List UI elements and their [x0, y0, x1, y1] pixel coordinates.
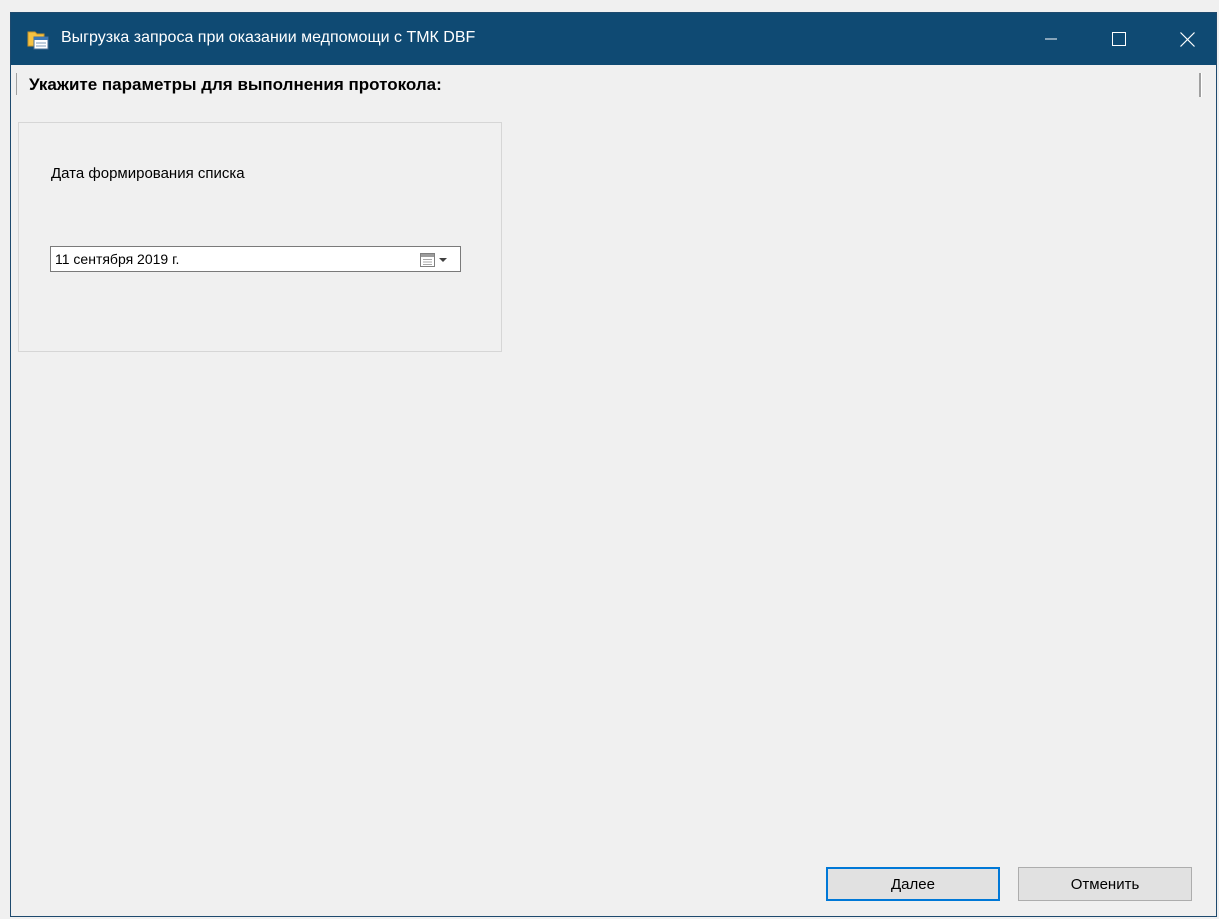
- date-picker[interactable]: 11 сентября 2019 г.: [50, 246, 461, 272]
- page-heading: Укажите параметры для выполнения протоко…: [29, 75, 442, 94]
- folder-form-icon: [27, 28, 49, 50]
- close-icon: [1179, 31, 1195, 47]
- close-button[interactable]: [1158, 13, 1216, 65]
- title-bar[interactable]: Выгрузка запроса при оказании медпомощи …: [11, 13, 1216, 65]
- chevron-down-icon: [439, 258, 447, 262]
- date-picker-value: 11 сентября 2019 г.: [55, 251, 180, 267]
- cancel-button[interactable]: Отменить: [1018, 867, 1192, 901]
- date-field-label: Дата формирования списка: [51, 165, 245, 182]
- next-button[interactable]: Далее: [826, 867, 1000, 901]
- minimize-button[interactable]: [1022, 13, 1080, 65]
- calendar-dropdown-button[interactable]: [418, 251, 454, 269]
- dialog-window: Выгрузка запроса при оказании медпомощи …: [10, 12, 1217, 917]
- maximize-button[interactable]: [1090, 13, 1148, 65]
- calendar-icon: [420, 253, 435, 267]
- minimize-icon: [1045, 38, 1057, 40]
- heading-divider-left: [16, 73, 17, 95]
- heading-divider-right: [1199, 73, 1202, 97]
- parameters-panel: Дата формирования списка 11 сентября 201…: [18, 122, 502, 352]
- maximize-icon: [1112, 32, 1126, 46]
- window-title: Выгрузка запроса при оказании медпомощи …: [61, 29, 476, 46]
- heading-bar: Укажите параметры для выполнения протоко…: [11, 65, 1216, 103]
